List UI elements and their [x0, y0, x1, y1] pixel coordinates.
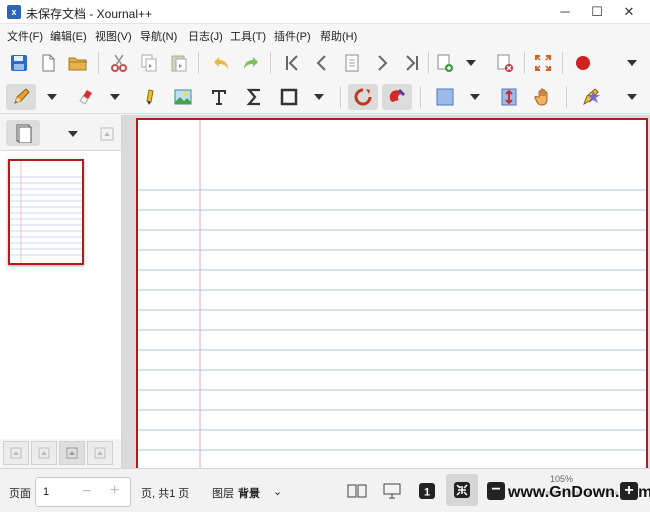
page-preview-list [0, 151, 121, 439]
rotation-snap-icon[interactable] [348, 84, 378, 110]
cut-icon[interactable] [106, 50, 132, 76]
separator [566, 86, 567, 108]
goto-last-icon[interactable] [399, 50, 425, 76]
minimize-button[interactable]: ─ [548, 0, 582, 24]
separator [98, 52, 99, 74]
text-icon[interactable] [206, 84, 232, 110]
separator [524, 52, 525, 74]
sidebar [0, 115, 122, 468]
maximize-button[interactable]: ☐ [580, 0, 614, 24]
open-folder-icon[interactable] [65, 50, 91, 76]
separator [340, 86, 341, 108]
goto-page-icon[interactable] [339, 50, 365, 76]
eraser-dropdown[interactable] [108, 88, 122, 106]
page-label: 页面 [9, 488, 31, 500]
document-canvas[interactable] [122, 115, 650, 478]
page-number-input[interactable]: 1 − + [35, 477, 131, 507]
new-page-dropdown[interactable] [464, 54, 478, 72]
title-bar: x 未保存文档 - Xournal++ ─ ☐ ✕ [0, 0, 650, 24]
new-page-icon[interactable] [432, 50, 458, 76]
layer-label: 图层 [212, 488, 234, 500]
window-title: 未保存文档 - Xournal++ [26, 7, 153, 21]
menu-tools[interactable]: 工具(T) [230, 28, 266, 44]
image-icon[interactable] [170, 84, 196, 110]
select-dropdown[interactable] [468, 88, 482, 106]
layer-value[interactable]: 背景 [238, 485, 260, 501]
separator [420, 86, 421, 108]
menu-view[interactable]: 视图(V) [95, 28, 132, 44]
main-toolbar [0, 46, 650, 80]
separator [270, 52, 271, 74]
two-pages-icon[interactable] [347, 481, 367, 501]
vertical-space-icon[interactable] [496, 84, 522, 110]
zoom-fit-icon[interactable] [446, 474, 478, 506]
save-icon[interactable] [6, 50, 32, 76]
latex-icon[interactable] [242, 84, 268, 110]
sidebar-close-icon[interactable] [94, 121, 120, 147]
pages-view-icon[interactable] [6, 120, 40, 146]
separator [428, 52, 429, 74]
zoom-100-icon[interactable]: 1 [417, 481, 437, 501]
zoom-level: 105% [550, 474, 574, 484]
status-bar: 页面 1 − + 页, 共1 页 图层 背景 ⌄ 1 − 105% www.Gn… [0, 468, 650, 512]
svg-text:1: 1 [424, 487, 430, 499]
page-increment-button[interactable]: + [110, 482, 119, 500]
move-down-icon[interactable] [31, 441, 57, 465]
menu-navigate[interactable]: 导航(N) [140, 28, 177, 44]
app-icon: x [7, 5, 21, 19]
shape-dropdown[interactable] [312, 88, 326, 106]
copy-icon[interactable] [136, 50, 162, 76]
menu-journal[interactable]: 日志(J) [188, 28, 223, 44]
hand-icon[interactable] [530, 84, 556, 110]
close-button[interactable]: ✕ [612, 0, 646, 24]
ruled-paper [138, 120, 646, 478]
page-decrement-button[interactable]: − [82, 483, 91, 501]
move-up-icon[interactable] [3, 441, 29, 465]
new-document-icon[interactable] [35, 50, 61, 76]
tools-toolbar [0, 80, 650, 114]
zoom-out-icon[interactable]: − [486, 481, 506, 501]
separator [198, 52, 199, 74]
menu-edit[interactable]: 编辑(E) [50, 28, 87, 44]
presentation-icon[interactable] [382, 481, 402, 501]
fullscreen-icon[interactable] [530, 50, 556, 76]
redo-icon[interactable] [238, 50, 264, 76]
highlighter-icon[interactable] [136, 84, 162, 110]
document-page[interactable] [136, 118, 648, 478]
delete-page-icon[interactable] [492, 50, 518, 76]
undo-icon[interactable] [208, 50, 234, 76]
grid-snap-icon[interactable] [382, 84, 412, 110]
pen-dropdown[interactable] [45, 88, 59, 106]
sidebar-footer [0, 437, 122, 468]
menu-plugins[interactable]: 插件(P) [274, 28, 311, 44]
menu-help[interactable]: 帮助(H) [320, 28, 357, 44]
shape-icon[interactable] [276, 84, 302, 110]
record-icon[interactable] [570, 50, 596, 76]
page-thumbnail[interactable] [8, 159, 84, 265]
page-thumbnail-lines [10, 161, 82, 263]
previous-page-icon[interactable] [309, 50, 335, 76]
select-rect-icon[interactable] [432, 84, 458, 110]
sidebar-header [0, 115, 122, 151]
page-total: 页, 共1 页 [141, 488, 190, 500]
layer-dropdown[interactable]: ⌄ [273, 485, 282, 498]
next-page-icon[interactable] [369, 50, 395, 76]
paste-icon[interactable] [166, 50, 192, 76]
menu-file[interactable]: 文件(F) [7, 28, 43, 44]
eraser-icon[interactable] [72, 84, 98, 110]
toolbar2-overflow-dropdown[interactable] [625, 88, 639, 106]
zoom-in-icon[interactable]: + [619, 481, 639, 501]
pen-icon[interactable] [6, 84, 36, 110]
copy-page-icon[interactable] [59, 441, 85, 465]
delete-page-icon[interactable] [87, 441, 113, 465]
toolbar1-overflow-dropdown[interactable] [625, 54, 639, 72]
default-tool-icon[interactable] [578, 84, 604, 110]
menu-bar: 文件(F) 编辑(E) 视图(V) 导航(N) 日志(J) 工具(T) 插件(P… [0, 24, 650, 46]
sidebar-view-dropdown[interactable] [66, 125, 80, 143]
page-number-value: 1 [43, 486, 50, 498]
separator [562, 52, 563, 74]
goto-first-icon[interactable] [279, 50, 305, 76]
